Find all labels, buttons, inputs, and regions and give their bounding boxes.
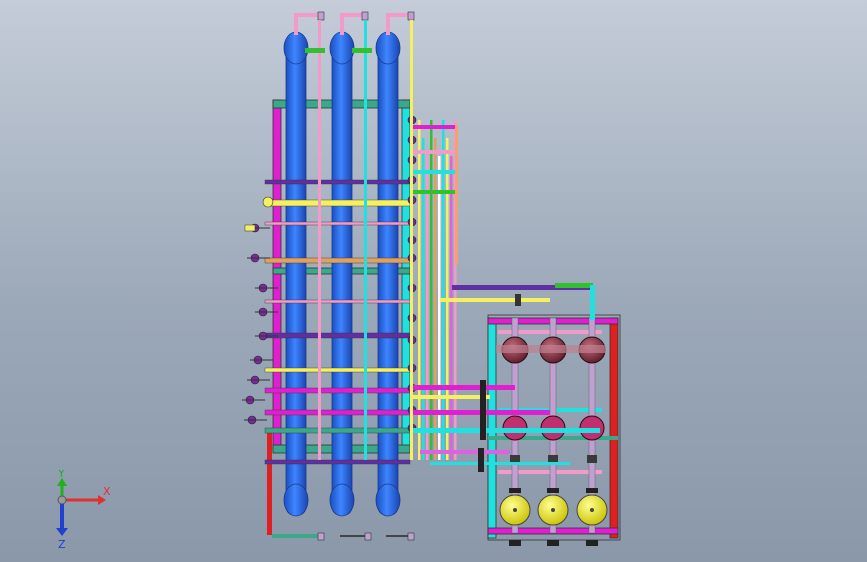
cad-viewport[interactable]: X Y Z — [0, 0, 867, 562]
tank-foot — [547, 540, 559, 546]
valve — [587, 455, 597, 463]
tank-foot — [509, 540, 521, 546]
valve — [548, 455, 558, 463]
branch-pipe — [412, 190, 457, 194]
branch-pipe — [412, 125, 457, 129]
z-axis-label: Z — [58, 538, 66, 551]
vertical-pipe — [455, 125, 458, 265]
tank-port — [513, 508, 517, 512]
bottom-connections — [272, 532, 415, 541]
valve-handle — [244, 224, 256, 232]
horizontal-pipe — [264, 367, 411, 373]
horizontal-pipe — [264, 332, 411, 339]
column-top-head — [375, 31, 401, 65]
horizontal-pipe — [264, 179, 411, 185]
tank-foot — [586, 540, 598, 546]
coordinate-triad-icon: X Y Z — [56, 470, 111, 551]
y-axis-label: Y — [57, 470, 65, 480]
tank-nozzle — [547, 488, 559, 493]
branch-pipe — [412, 150, 457, 154]
pump-header — [496, 345, 606, 353]
column-2 — [331, 34, 353, 516]
x-axis-label: X — [103, 485, 111, 498]
column-top-head — [283, 31, 309, 65]
horizontal-pipe — [264, 257, 411, 264]
tank-nozzle — [509, 488, 521, 493]
evaporator-assembly-model[interactable] — [0, 0, 867, 562]
horizontal-pipe — [264, 199, 411, 207]
column-bottom-head — [375, 483, 401, 517]
column-bottom-head — [283, 483, 309, 517]
horizontal-pipe — [264, 387, 411, 394]
horizontal-pipe — [264, 221, 411, 226]
column-bottom-head — [329, 483, 355, 517]
tank-nozzle — [586, 488, 598, 493]
evaporator-columns — [283, 31, 401, 517]
horizontal-pipe — [264, 427, 411, 434]
column-3 — [377, 34, 399, 516]
horizontal-pipe — [264, 299, 411, 304]
horizontal-pipe — [264, 409, 411, 416]
tank-port — [590, 508, 594, 512]
sight-glass — [262, 196, 274, 208]
column-1 — [285, 34, 307, 516]
vertical-pipe-bundle — [412, 120, 458, 460]
horizontal-pipe — [264, 459, 411, 465]
valve — [510, 455, 520, 463]
column-top-head — [329, 31, 355, 65]
branch-pipe — [412, 170, 457, 174]
tank-port — [551, 508, 555, 512]
